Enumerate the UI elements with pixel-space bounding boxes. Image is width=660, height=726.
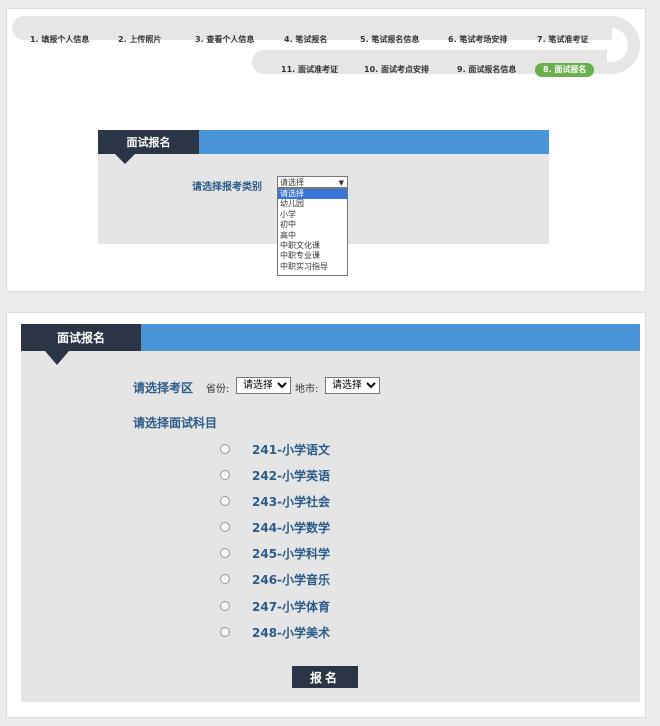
step-10[interactable]: 10. 面试考点安排 [364, 58, 429, 82]
form-header-bottom: 面试报名 [21, 324, 640, 351]
subject-option: 241-小学语文 [252, 443, 331, 457]
subject-radio[interactable] [220, 627, 230, 637]
category-option[interactable]: 幼儿园 [278, 199, 347, 209]
form-header-top: 面试报名 [98, 130, 549, 154]
radio-button-icon[interactable] [220, 548, 230, 558]
step-3[interactable]: 3. 查看个人信息 [195, 28, 254, 52]
subject-radio[interactable] [220, 470, 230, 480]
province-select[interactable]: 请选择 [236, 377, 291, 394]
step-7[interactable]: 7. 笔试准考证 [537, 28, 588, 52]
step-4[interactable]: 4. 笔试报名 [284, 28, 327, 52]
category-option[interactable]: 中职专业课 [278, 251, 347, 261]
subject-option: 246-小学音乐 [252, 573, 331, 587]
step-5[interactable]: 5. 笔试报名信息 [360, 28, 419, 52]
step-1[interactable]: 1. 填报个人信息 [30, 28, 89, 52]
province-label: 省份: [206, 384, 230, 395]
step-2[interactable]: 2. 上传照片 [118, 28, 161, 52]
tab-interview-registration: 面试报名 [98, 130, 199, 154]
subject-option: 245-小学科学 [252, 547, 331, 561]
subject-radio[interactable] [220, 548, 230, 558]
subject-radio[interactable] [220, 522, 230, 532]
subject-option: 248-小学美术 [252, 626, 331, 640]
subject-option: 242-小学英语 [252, 469, 331, 483]
subject-option: 247-小学体育 [252, 600, 331, 614]
category-select[interactable]: 请选择 ▼ [277, 176, 348, 188]
subject-option: 243-小学社会 [252, 495, 331, 509]
category-option[interactable]: 高中 [278, 231, 347, 241]
submit-registration-button[interactable]: 报名 [292, 666, 358, 688]
category-option[interactable]: 小学 [278, 210, 347, 220]
radio-button-icon[interactable] [220, 496, 230, 506]
radio-button-icon[interactable] [220, 470, 230, 480]
subject-radio[interactable] [220, 444, 230, 454]
step-11[interactable]: 11. 面试准考证 [281, 58, 338, 82]
subject-radio[interactable] [220, 601, 230, 611]
tab-interview-registration: 面试报名 [21, 324, 141, 351]
category-dropdown[interactable]: 请选择 幼儿园 小学 初中 高中 中职文化课 中职专业课 中职实习指导 [277, 188, 348, 276]
category-option[interactable]: 中职实习指导 [278, 262, 347, 272]
category-option[interactable]: 初中 [278, 220, 347, 230]
radio-button-icon[interactable] [220, 574, 230, 584]
region-label: 请选择考区 [133, 381, 194, 395]
category-label: 请选择报考类别 [192, 182, 262, 193]
radio-button-icon[interactable] [220, 522, 230, 532]
category-option[interactable]: 请选择 [278, 189, 347, 200]
subject-option: 244-小学数学 [252, 521, 331, 535]
subject-radio[interactable] [220, 496, 230, 506]
subject-label: 请选择面试科目 [133, 416, 218, 430]
radio-button-icon[interactable] [220, 444, 230, 454]
category-option[interactable]: 中职文化课 [278, 241, 347, 251]
city-select[interactable]: 请选择 [325, 377, 380, 394]
subject-radio[interactable] [220, 574, 230, 584]
tab-arrow-icon [45, 351, 69, 365]
tab-arrow-icon [115, 154, 135, 164]
radio-button-icon[interactable] [220, 627, 230, 637]
step-8-active[interactable]: 8. 面试报名 [535, 63, 595, 77]
step-6[interactable]: 6. 笔试考场安排 [448, 28, 507, 52]
step-9[interactable]: 9. 面试报名信息 [457, 58, 516, 82]
radio-button-icon[interactable] [220, 601, 230, 611]
city-label: 地市: [295, 384, 319, 395]
form-body-bottom [21, 351, 640, 702]
